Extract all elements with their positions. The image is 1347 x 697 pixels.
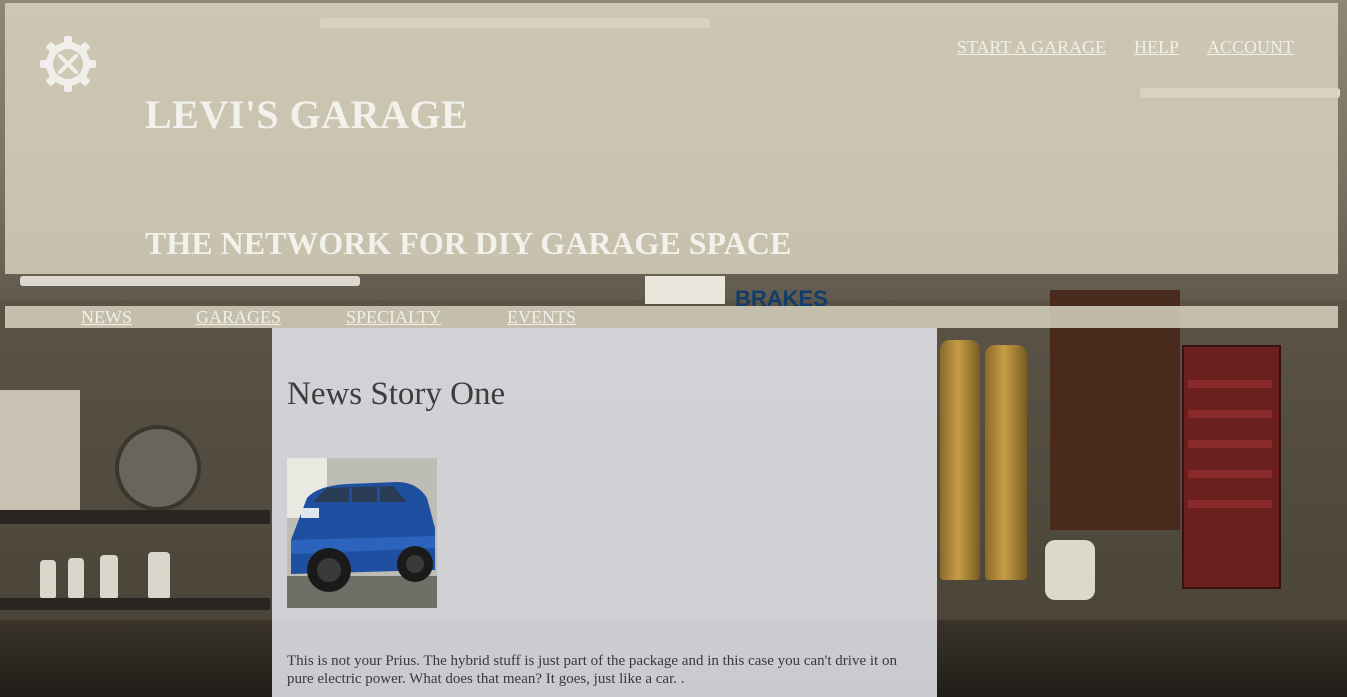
section-specialty-link[interactable]: SPECIALTY <box>346 307 441 328</box>
site-header: START A GARAGE HELP ACCOUNT LEVI'S GARAG… <box>5 3 1338 274</box>
blue-suv-photo <box>287 458 437 608</box>
site-title: LEVI'S GARAGE <box>145 92 469 137</box>
nav-help-link[interactable]: HELP <box>1134 37 1179 58</box>
section-news-link[interactable]: NEWS <box>81 307 132 328</box>
nav-account-link[interactable]: ACCOUNT <box>1207 37 1294 58</box>
nav-start-a-garage-link[interactable]: START A GARAGE <box>957 37 1106 58</box>
section-events-link[interactable]: EVENTS <box>507 307 576 328</box>
article-title: News Story One <box>287 376 506 412</box>
site-tagline: THE NETWORK FOR DIY GARAGE SPACE <box>145 225 792 261</box>
top-navigation: START A GARAGE HELP ACCOUNT <box>957 37 1294 58</box>
gear-tools-icon[interactable] <box>38 34 98 94</box>
article-body-text: This is not your Prius. The hybrid stuff… <box>287 653 897 687</box>
news-article-panel: News Story One This is not your Prius. T… <box>272 328 937 697</box>
section-navigation: NEWS GARAGES SPECIALTY EVENTS <box>5 306 1338 328</box>
section-garages-link[interactable]: GARAGES <box>196 307 281 328</box>
